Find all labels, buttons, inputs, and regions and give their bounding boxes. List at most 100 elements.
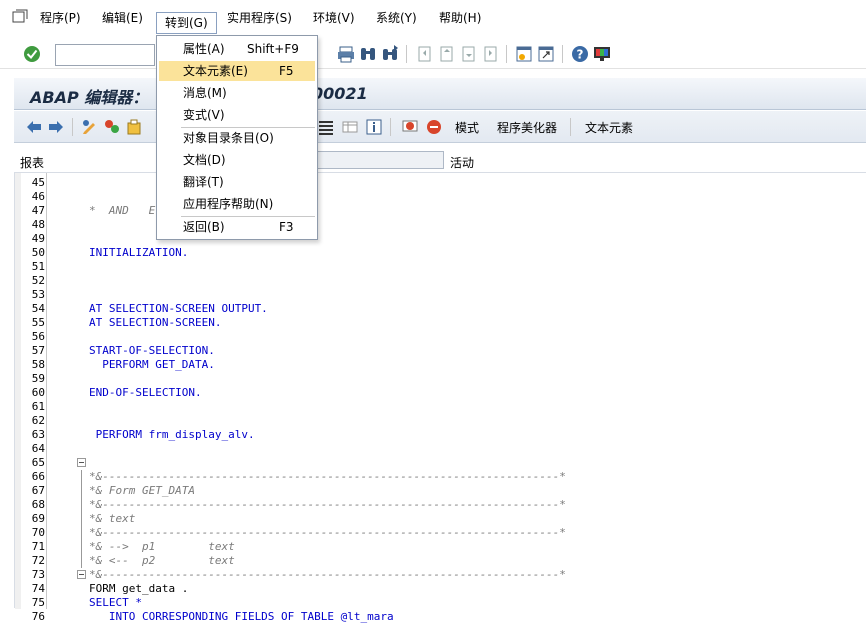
previous-page-icon[interactable] (436, 44, 456, 64)
code-line[interactable]: 55 AT SELECTION-SCREEN. (15, 316, 865, 330)
code-line[interactable]: 49 (15, 232, 865, 246)
menu-edit[interactable]: 编辑(E) (94, 8, 151, 28)
code-line[interactable]: 70 *&------------------------------------… (15, 526, 865, 540)
code-line[interactable]: 66 *&------------------------------------… (15, 470, 865, 484)
line-number: 70 (31, 526, 45, 539)
menu-environment[interactable]: 环境(V) (305, 8, 363, 28)
info-icon[interactable] (364, 117, 384, 137)
code-line[interactable]: 73 *&------------------------------------… (15, 568, 865, 582)
code-line[interactable]: 76 INTO CORRESPONDING FIELDS OF TABLE @l… (15, 610, 865, 624)
command-field[interactable] (55, 44, 155, 66)
line-number: 69 (31, 512, 45, 525)
new-session-icon[interactable] (514, 44, 534, 64)
code-line[interactable]: 53 (15, 288, 865, 302)
code-editor[interactable]: 45 46 47 * AND E 48 49 50 INITIALIZATION. 51 52 53… (14, 172, 866, 623)
code-line[interactable]: 61 (15, 400, 865, 414)
code-line[interactable]: 65 (15, 456, 865, 470)
goto-dropdown-menu: 属性(A) Shift+F9 文本元素(E) F5 消息(M) 变式(V) 对象… (156, 35, 318, 240)
menu-goto[interactable]: 转到(G) (156, 12, 217, 34)
menu-item-text-elements[interactable]: 文本元素(E) F5 (159, 61, 315, 81)
line-number: 51 (31, 260, 45, 273)
code-text: *& --> p1 text (89, 540, 235, 553)
code-line[interactable]: 72 *& <-- p2 text (15, 554, 865, 568)
fold-toggle-icon[interactable] (77, 458, 86, 467)
code-line[interactable]: 47 * AND E (15, 204, 865, 218)
shortcut-icon[interactable] (536, 44, 556, 64)
table-view-icon[interactable] (340, 117, 360, 137)
display-change-icon[interactable] (80, 117, 100, 137)
enter-check-icon[interactable] (22, 44, 42, 64)
code-line[interactable]: 68 *&------------------------------------… (15, 498, 865, 512)
report-name-field[interactable] (316, 151, 444, 169)
text-elements-button[interactable]: 文本元素 (585, 119, 633, 136)
screen-title-bar: ABAP 编辑器： 00021 (14, 78, 866, 110)
activate-icon[interactable] (102, 117, 122, 137)
next-page-icon[interactable] (458, 44, 478, 64)
code-line[interactable]: 50 INITIALIZATION. (15, 246, 865, 260)
code-line[interactable]: 56 (15, 330, 865, 344)
code-line[interactable]: 48 (15, 218, 865, 232)
last-page-icon[interactable] (480, 44, 500, 64)
line-number: 58 (31, 358, 45, 371)
fold-guide (81, 484, 82, 498)
menu-utilities[interactable]: 实用程序(S) (219, 8, 300, 28)
object-list-icon[interactable] (124, 117, 144, 137)
forward-arrow-icon[interactable] (46, 117, 66, 137)
line-number: 71 (31, 540, 45, 553)
menu-item-attributes[interactable]: 属性(A) Shift+F9 (159, 39, 315, 59)
find-icon[interactable] (358, 44, 378, 64)
line-number: 62 (31, 414, 45, 427)
screen-title: ABAP 编辑器： (30, 88, 149, 107)
code-line[interactable]: 51 (15, 260, 865, 274)
line-number: 56 (31, 330, 45, 343)
menu-item-back[interactable]: 返回(B) F3 (159, 217, 315, 237)
menu-item-variants[interactable]: 变式(V) (159, 105, 315, 125)
line-number: 57 (31, 344, 45, 357)
code-line[interactable]: 45 (15, 176, 865, 190)
menu-item-translation[interactable]: 翻译(T) (159, 172, 315, 192)
first-page-icon[interactable] (414, 44, 434, 64)
code-line[interactable]: 57 START-OF-SELECTION. (15, 344, 865, 358)
line-number: 65 (31, 456, 45, 469)
code-line[interactable]: 67 *& Form GET_DATA (15, 484, 865, 498)
code-line[interactable]: 62 (15, 414, 865, 428)
line-number: 48 (31, 218, 45, 231)
customize-layout-icon[interactable] (592, 44, 612, 64)
menu-item-documentation[interactable]: 文档(D) (159, 150, 315, 170)
breakpoint-icon[interactable] (400, 117, 420, 137)
code-line[interactable]: 74 FORM get_data . (15, 582, 865, 596)
back-arrow-icon[interactable] (24, 117, 44, 137)
fold-guide (81, 470, 82, 484)
menu-item-object-directory-entry[interactable]: 对象目录条目(O) (159, 128, 315, 148)
code-line[interactable]: 64 (15, 442, 865, 456)
pretty-printer-button[interactable]: 程序美化器 (497, 119, 557, 136)
app-menu-icon[interactable] (12, 9, 28, 23)
code-text: *& text (89, 512, 136, 525)
menu-system[interactable]: 系统(Y) (368, 8, 425, 28)
stop-icon[interactable] (424, 117, 444, 137)
standard-toolbar: ? (0, 37, 866, 69)
code-line[interactable]: 54 AT SELECTION-SCREEN OUTPUT. (15, 302, 865, 316)
mode-button[interactable]: 模式 (455, 119, 479, 136)
line-number: 49 (31, 232, 45, 245)
menu-item-messages[interactable]: 消息(M) (159, 83, 315, 103)
code-line[interactable]: 59 (15, 372, 865, 386)
code-line[interactable]: 46 (15, 190, 865, 204)
print-icon[interactable] (336, 44, 356, 64)
line-number: 59 (31, 372, 45, 385)
code-line[interactable]: 71 *& --> p1 text (15, 540, 865, 554)
code-line[interactable]: 52 (15, 274, 865, 288)
find-next-icon[interactable] (380, 44, 400, 64)
menu-help[interactable]: 帮助(H) (431, 8, 489, 28)
code-line[interactable]: 60 END-OF-SELECTION. (15, 386, 865, 400)
fold-toggle-icon[interactable] (77, 570, 86, 579)
line-number: 46 (31, 190, 45, 203)
code-line[interactable]: 69 *& text (15, 512, 865, 526)
menu-item-application-help[interactable]: 应用程序帮助(N) (159, 194, 315, 214)
code-text: *& Form GET_DATA (89, 484, 195, 497)
code-line[interactable]: 58 PERFORM GET_DATA. (15, 358, 865, 372)
menu-program[interactable]: 程序(P) (32, 8, 89, 28)
code-line[interactable]: 63 PERFORM frm_display_alv. (15, 428, 865, 442)
help-icon[interactable]: ? (570, 44, 590, 64)
pattern-icon[interactable] (316, 117, 336, 137)
